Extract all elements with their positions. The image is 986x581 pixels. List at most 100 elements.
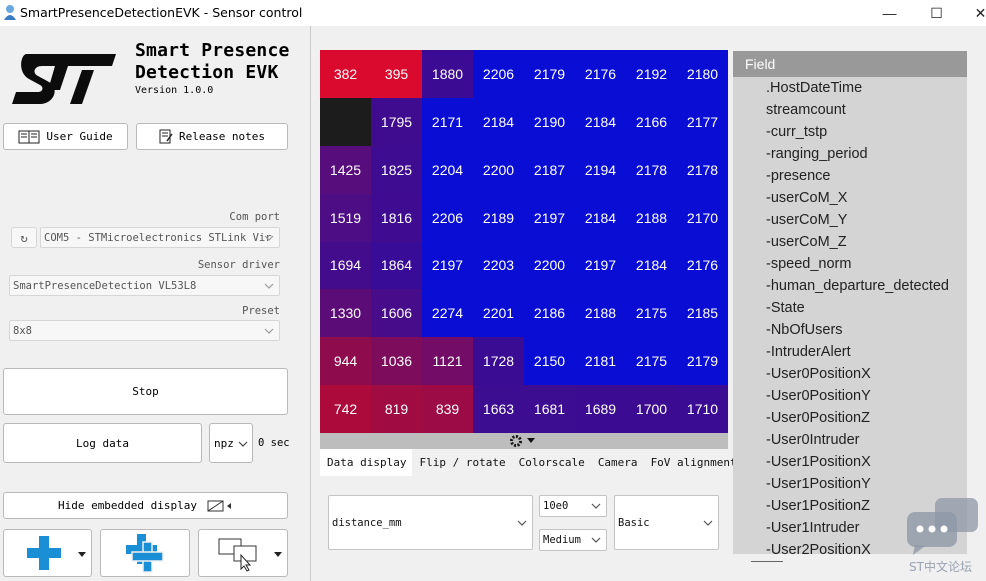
plus-multiple-icon — [126, 534, 164, 573]
release-notes-button[interactable]: Release notes — [136, 123, 288, 150]
heatmap-cell: 1825 — [371, 145, 422, 194]
preset-value: 8x8 — [13, 324, 32, 337]
field-item[interactable]: -curr_tstp — [733, 121, 967, 143]
heatmap-cell: 2184 — [473, 97, 524, 146]
heatmap-cell: 2181 — [575, 337, 626, 386]
tab-flip-rotate[interactable]: Flip / rotate — [412, 449, 511, 476]
sensor-driver-label: Sensor driver — [197, 259, 280, 271]
field-item[interactable]: -User1PositionX — [733, 451, 967, 473]
field-item[interactable]: -User0Intruder — [733, 429, 967, 451]
field-select[interactable]: distance_mm — [328, 495, 533, 550]
tab-camera[interactable]: Camera — [591, 449, 644, 476]
heatmap-cell: 1795 — [371, 97, 422, 146]
field-header: Field — [733, 51, 967, 77]
detach-window-button[interactable] — [198, 529, 288, 577]
window-title: SmartPresenceDetectionEVK - Sensor contr… — [20, 5, 303, 20]
tab-colorscale[interactable]: Colorscale — [512, 449, 591, 476]
com-port-label: Com port — [229, 211, 280, 223]
heatmap-cell: 2200 — [473, 145, 524, 194]
heatmap-cell: 2188 — [575, 289, 626, 338]
close-button[interactable]: ✕ — [958, 0, 986, 26]
com-port-value: COM5 - STMicroelectronics STLink Vir — [44, 231, 272, 244]
hide-display-button[interactable]: Hide embedded display — [3, 492, 288, 519]
add-widget-button[interactable] — [3, 529, 92, 577]
field-item[interactable]: -speed_norm — [733, 253, 967, 275]
minimize-button[interactable]: — — [867, 0, 912, 26]
user-guide-button[interactable]: User Guide — [3, 123, 128, 150]
sensor-driver-select[interactable]: SmartPresenceDetection VL53L8 — [9, 275, 280, 296]
stop-button[interactable]: Stop — [3, 368, 288, 415]
heatmap-cell: 1689 — [575, 385, 626, 433]
heatmap-cell: 2176 — [677, 241, 728, 290]
refresh-icon: ↻ — [20, 230, 28, 245]
heatmap-cell: 2178 — [626, 145, 677, 194]
field-item[interactable]: -IntruderAlert — [733, 341, 967, 363]
settings-icon[interactable] — [508, 434, 538, 448]
plus-icon — [26, 536, 61, 570]
scale-select[interactable]: 10e0 — [539, 495, 607, 517]
size-select-value: Medium — [543, 534, 581, 546]
field-item[interactable]: -ranging_period — [733, 143, 967, 165]
control-panel: Smart Presence Detection EVK Version 1.0… — [0, 26, 310, 581]
field-item[interactable]: -User0PositionX — [733, 363, 967, 385]
heatmap-cell: 944 — [320, 337, 371, 386]
heatmap-cell: 2177 — [677, 97, 728, 146]
title-bar: SmartPresenceDetectionEVK - Sensor contr… — [0, 0, 986, 26]
st-logo — [12, 54, 116, 104]
heatmap-cell: 2200 — [524, 241, 575, 290]
size-select[interactable]: Medium — [539, 529, 607, 551]
com-port-select[interactable]: COM5 - STMicroelectronics STLink Vir — [40, 227, 280, 248]
mode-select[interactable]: Basic — [614, 495, 719, 550]
heatmap-cell: 2190 — [524, 97, 575, 146]
chevron-down-icon — [591, 503, 601, 509]
add-multiple-button[interactable] — [100, 529, 190, 577]
heatmap-cell: 1036 — [371, 337, 422, 386]
scale-select-value: 10e0 — [543, 500, 569, 512]
field-item[interactable]: -presence — [733, 165, 967, 187]
field-item[interactable]: -User0PositionZ — [733, 407, 967, 429]
heatmap-cell: 2187 — [524, 145, 575, 194]
field-item[interactable]: -NbOfUsers — [733, 319, 967, 341]
notes-icon — [159, 129, 173, 144]
field-item[interactable]: -User0PositionY — [733, 385, 967, 407]
chat-bubble-icon — [907, 498, 978, 555]
version-label: Version 1.0.0 — [135, 85, 214, 96]
field-item[interactable]: streamcount — [733, 99, 967, 121]
log-format-select[interactable]: npz — [209, 423, 253, 463]
field-item[interactable]: -State — [733, 297, 967, 319]
log-format-value: npz — [214, 436, 234, 450]
heatmap-cell: 839 — [422, 385, 473, 433]
log-time: 0 sec — [258, 437, 290, 449]
heatmap-cell: 1606 — [371, 289, 422, 338]
heatmap-cell: 1700 — [626, 385, 677, 433]
heatmap-cell: 742 — [320, 385, 371, 433]
preset-label: Preset — [242, 305, 280, 317]
field-item[interactable]: -userCoM_Z — [733, 231, 967, 253]
heatmap-cell: 2184 — [626, 241, 677, 290]
heatmap-cell: 2186 — [524, 289, 575, 338]
display-toggle-icon — [207, 500, 232, 511]
field-item[interactable]: -userCoM_Y — [733, 209, 967, 231]
heatmap-cell: 1519 — [320, 193, 371, 242]
refresh-button[interactable]: ↻ — [11, 227, 37, 248]
heatmap-cell: 2179 — [677, 337, 728, 386]
heatmap-cell: 2178 — [677, 145, 728, 194]
tab-data-display[interactable]: Data display — [320, 449, 413, 476]
heatmap-cell: 2189 — [473, 193, 524, 242]
caret-down-icon — [274, 552, 282, 557]
tab-fov-alignment[interactable]: FoV alignment — [644, 449, 743, 476]
sensor-driver-value: SmartPresenceDetection VL53L8 — [13, 279, 197, 292]
field-item[interactable]: -userCoM_X — [733, 187, 967, 209]
app-name-line1: Smart Presence — [135, 40, 290, 61]
preset-select[interactable]: 8x8 — [9, 320, 280, 341]
scrollbar-thumb[interactable] — [751, 561, 783, 562]
heatmap-toolbar — [320, 433, 728, 449]
field-item[interactable]: -User1PositionY — [733, 473, 967, 495]
heatmap-cell: 2203 — [473, 241, 524, 290]
field-item[interactable]: .HostDateTime — [733, 77, 967, 99]
maximize-button[interactable]: ☐ — [914, 0, 959, 26]
watermark-text: ST中文论坛 — [909, 560, 972, 574]
heatmap-cell: 2206 — [473, 50, 524, 98]
log-data-button[interactable]: Log data — [3, 423, 202, 463]
field-item[interactable]: -human_departure_detected — [733, 275, 967, 297]
